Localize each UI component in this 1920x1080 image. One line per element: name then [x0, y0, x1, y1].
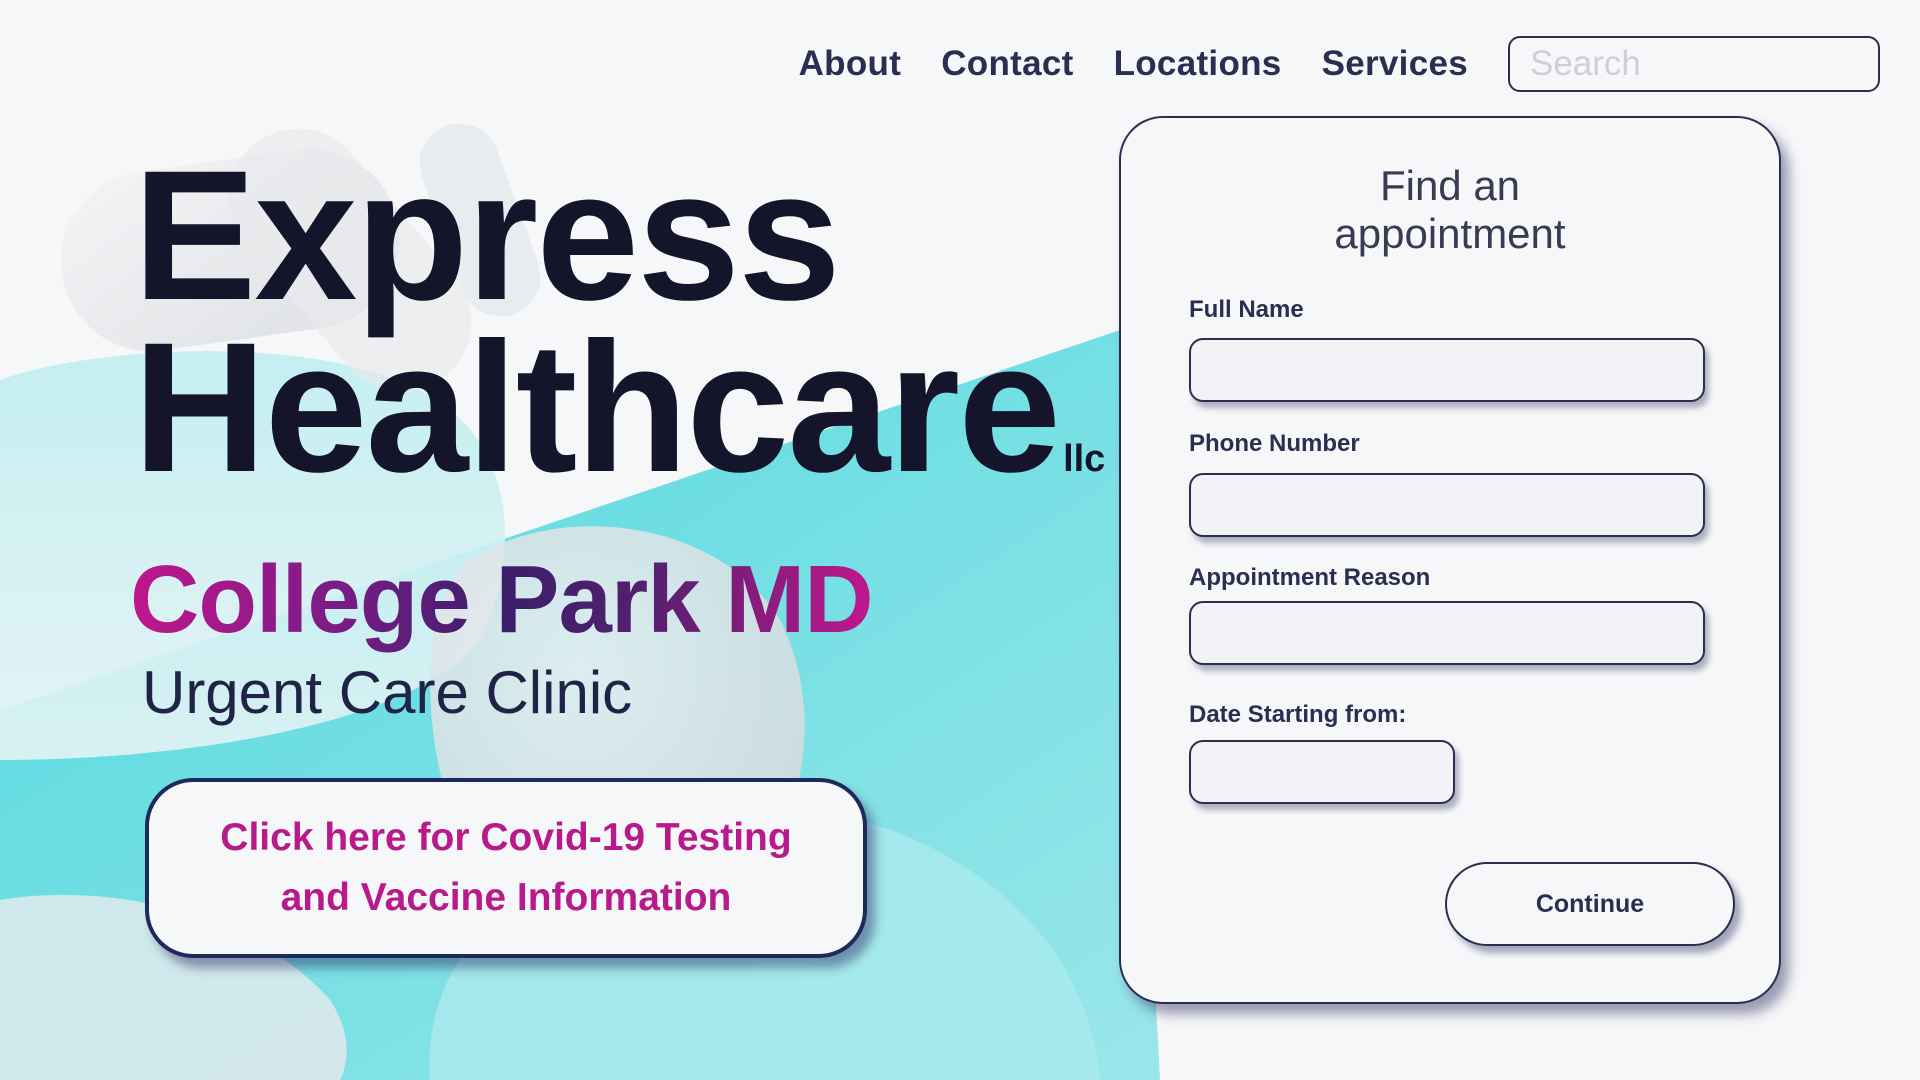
- page: About Contact Locations Services Express…: [0, 0, 1920, 1080]
- nav-link-locations[interactable]: Locations: [1114, 44, 1282, 84]
- full-name-label: Full Name: [1189, 296, 1304, 323]
- covid-info-button[interactable]: Click here for Covid-19 Testing and Vacc…: [145, 778, 867, 958]
- search-box: [1508, 36, 1880, 92]
- city-heading: College Park MD: [130, 546, 874, 653]
- covid-line-2: and Vaccine Information: [280, 876, 732, 919]
- phone-label: Phone Number: [1189, 430, 1360, 457]
- top-nav: About Contact Locations Services: [799, 36, 1880, 92]
- covid-line-1: Click here for Covid-19 Testing: [220, 816, 792, 859]
- nav-link-services[interactable]: Services: [1322, 44, 1468, 84]
- search-input[interactable]: [1530, 44, 1858, 84]
- appointment-card-title: Find an appointment: [1334, 162, 1566, 257]
- full-name-field[interactable]: [1189, 338, 1705, 402]
- appointment-reason-label: Appointment Reason: [1189, 564, 1431, 591]
- appointment-card: Find an appointment Full Name Phone Numb…: [1119, 116, 1781, 1004]
- date-start-label: Date Starting from:: [1189, 701, 1407, 728]
- date-start-field[interactable]: [1189, 740, 1455, 804]
- brand-suffix: llc: [1063, 438, 1106, 480]
- phone-field[interactable]: [1189, 473, 1705, 537]
- brand-line-2: Healthcare llc: [133, 316, 1106, 545]
- continue-button[interactable]: Continue: [1445, 862, 1735, 946]
- nav-link-contact[interactable]: Contact: [941, 44, 1073, 84]
- clinic-subtitle: Urgent Care Clinic: [142, 659, 633, 726]
- brand-title: Express Healthcare llc: [133, 133, 1106, 545]
- covid-button-text: Click here for Covid-19 Testing and Vacc…: [220, 808, 791, 928]
- brand-word: Healthcare: [133, 305, 1061, 511]
- nav-link-about[interactable]: About: [799, 44, 902, 84]
- appointment-reason-field[interactable]: [1189, 601, 1705, 665]
- brand-line-1: Express: [133, 133, 841, 339]
